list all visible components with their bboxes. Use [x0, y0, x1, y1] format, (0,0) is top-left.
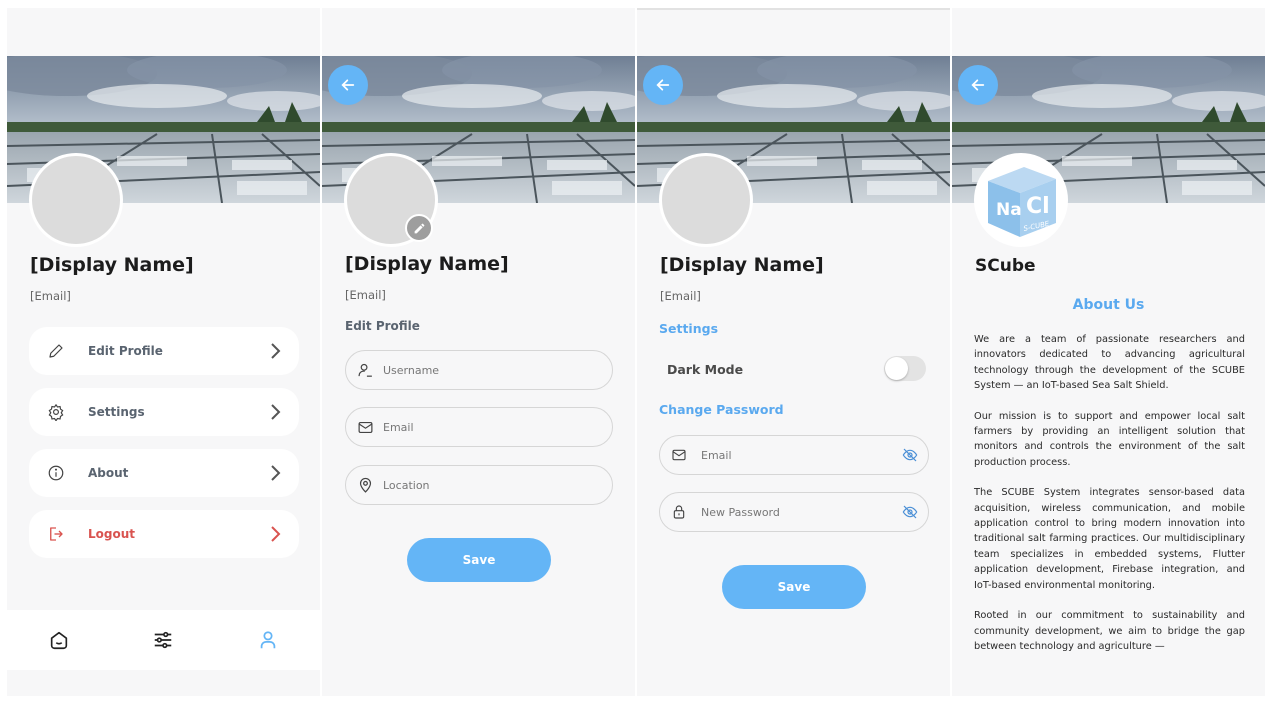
new-password-field[interactable] — [659, 492, 929, 532]
display-name: [Display Name] — [30, 254, 194, 276]
arrow-left-icon — [656, 79, 670, 91]
svg-text:Cl: Cl — [1026, 194, 1050, 219]
edit-profile-label: Edit Profile — [88, 344, 163, 358]
app-name: SCube — [975, 256, 1036, 276]
password-email-input[interactable] — [699, 447, 900, 463]
about-paragraph: Rooted in our commitment to sustainabili… — [974, 610, 1245, 652]
back-button[interactable] — [643, 65, 683, 105]
settings-label: Settings — [88, 405, 145, 419]
arrow-left-icon — [971, 79, 985, 91]
eye-off-icon[interactable] — [900, 445, 920, 465]
bottom-navigation — [7, 610, 320, 670]
edit-avatar-button[interactable] — [405, 214, 433, 242]
home-icon — [50, 631, 68, 650]
edit-profile-screen: [Display Name] [Email] Edit Profile Save — [322, 8, 635, 696]
lock-icon — [669, 502, 689, 522]
envelope-icon — [669, 445, 689, 465]
username-field[interactable] — [345, 350, 613, 390]
sliders-icon — [155, 631, 172, 649]
email-input[interactable] — [381, 419, 612, 435]
about-paragraph: Our mission is to support and empower lo… — [974, 410, 1245, 468]
location-field[interactable] — [345, 465, 613, 505]
home-nav-button[interactable] — [39, 620, 79, 660]
username-input[interactable] — [381, 362, 612, 378]
profile-screen: [Display Name] [Email] Edit Profile Sett… — [7, 8, 320, 696]
about-paragraph: We are a team of passionate researchers … — [974, 334, 1245, 392]
about-button[interactable]: About — [29, 449, 299, 497]
email-label: [Email] — [30, 289, 71, 303]
about-title: About Us — [1072, 297, 1145, 313]
eye-off-icon[interactable] — [900, 502, 920, 522]
settings-screen: [Display Name] [Email] Settings Dark Mod… — [637, 8, 950, 696]
about-body: We are a team of passionate researchers … — [974, 332, 1245, 669]
app-logo: Na Cl S-CUBE — [974, 153, 1068, 247]
save-button[interactable]: Save — [722, 565, 866, 609]
save-button[interactable]: Save — [407, 538, 551, 582]
envelope-icon — [355, 417, 375, 437]
chevron-right-icon — [269, 403, 281, 421]
logout-button[interactable]: Logout — [29, 510, 299, 558]
arrow-left-icon — [341, 79, 355, 91]
change-password-title: Change Password — [659, 402, 784, 417]
new-password-input[interactable] — [699, 504, 900, 520]
toggle-knob — [885, 357, 908, 380]
pencil-icon — [45, 340, 67, 362]
info-icon — [45, 462, 67, 484]
user-icon — [355, 360, 375, 380]
controls-nav-button[interactable] — [143, 620, 183, 660]
display-name: [Display Name] — [660, 254, 824, 276]
display-name: [Display Name] — [345, 253, 509, 275]
avatar — [659, 153, 753, 247]
settings-button[interactable]: Settings — [29, 388, 299, 436]
password-email-field[interactable] — [659, 435, 929, 475]
top-divider — [637, 8, 950, 10]
dark-mode-label: Dark Mode — [667, 362, 744, 377]
email-label: [Email] — [345, 288, 386, 302]
pencil-icon — [414, 223, 424, 233]
chevron-right-icon — [269, 464, 281, 482]
back-button[interactable] — [958, 65, 998, 105]
settings-title: Settings — [659, 321, 719, 336]
email-label: [Email] — [660, 289, 701, 303]
chevron-right-icon — [269, 342, 281, 360]
avatar — [29, 153, 123, 247]
about-label: About — [88, 466, 129, 480]
edit-profile-title: Edit Profile — [345, 319, 420, 333]
logout-label: Logout — [88, 527, 136, 541]
about-paragraph: The SCUBE System integrates sensor-based… — [974, 487, 1245, 591]
edit-profile-button[interactable]: Edit Profile — [29, 327, 299, 375]
location-pin-icon — [355, 475, 375, 495]
email-field[interactable] — [345, 407, 613, 447]
about-screen: Na Cl S-CUBE SCube About Us We are a tea… — [952, 8, 1265, 696]
back-button[interactable] — [328, 65, 368, 105]
chevron-right-icon — [269, 525, 281, 543]
user-icon — [260, 631, 276, 649]
logout-icon — [45, 523, 67, 545]
logo-text: Na — [996, 200, 1022, 220]
dark-mode-toggle[interactable] — [884, 356, 926, 381]
profile-nav-button[interactable] — [248, 620, 288, 660]
location-input[interactable] — [381, 477, 612, 493]
gear-icon — [45, 401, 67, 423]
